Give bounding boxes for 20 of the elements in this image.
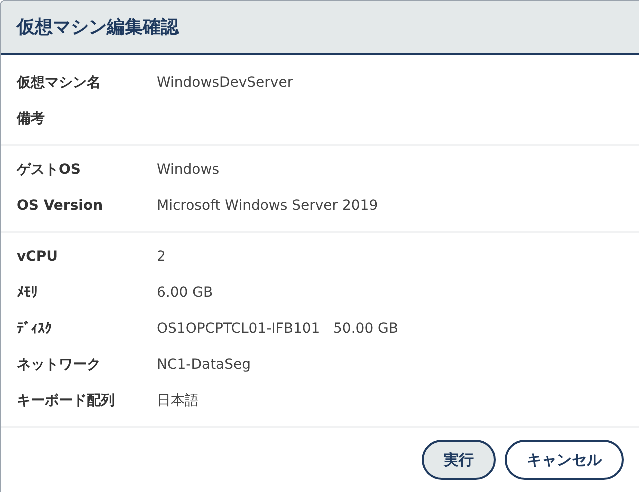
field-label: ﾃﾞｨｽｸ: [17, 321, 53, 337]
field-label: キーボード配列: [17, 392, 116, 410]
field-value: 日本語: [157, 392, 199, 410]
field-label: vCPU: [17, 249, 60, 265]
field-label: OS Version: [17, 198, 104, 214]
field-value: OS1OPCPTCL01-IFB101 50.00 GB: [157, 321, 399, 337]
field-value: Microsoft Windows Server 2019: [157, 198, 378, 214]
field-value: 2: [157, 249, 166, 265]
field-value: 6.00 GB: [157, 285, 214, 301]
field-label: ネットワーク: [17, 356, 102, 374]
field-value: WindowsDevServer: [157, 75, 294, 91]
cancel-button[interactable]: キャンセル: [505, 440, 624, 480]
field-label: ゲストOS: [17, 161, 82, 179]
field-value: Windows: [157, 162, 220, 178]
field-label: 備考: [17, 110, 46, 128]
field-value: NC1-DataSeg: [157, 357, 252, 373]
field-label: ﾒﾓﾘ: [17, 285, 39, 301]
execute-button[interactable]: 実行: [422, 440, 496, 480]
field-label: 仮想マシン名: [17, 74, 102, 92]
dialog-title: 仮想マシン編集確認: [17, 16, 179, 39]
